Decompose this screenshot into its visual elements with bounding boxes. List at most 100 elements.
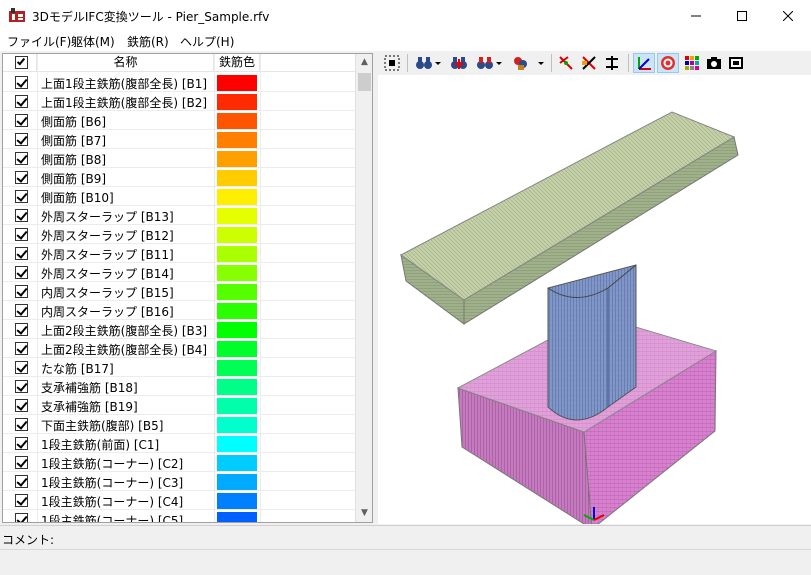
rebar-visible-checkbox[interactable] <box>15 342 28 355</box>
rebar-visible-checkbox[interactable] <box>15 76 28 89</box>
rebar-row[interactable]: 外周スターラップ [B13] <box>3 206 355 225</box>
rebar-visible-checkbox[interactable] <box>15 475 28 488</box>
rebar-color-swatch[interactable] <box>217 303 257 319</box>
rebar-row[interactable]: 側面筋 [B8] <box>3 149 355 168</box>
rebar-row[interactable]: 上面2段主鉄筋(腹部全長) [B4] <box>3 339 355 358</box>
scroll-up-icon[interactable]: ▲ <box>356 54 372 71</box>
rebar-row[interactable]: 側面筋 [B9] <box>3 168 355 187</box>
rebar-visible-checkbox[interactable] <box>15 418 28 431</box>
find-red-button[interactable] <box>474 53 504 73</box>
menu-rebar[interactable]: 鉄筋(R) <box>127 33 169 50</box>
rebar-visible-checkbox[interactable] <box>15 95 28 108</box>
menu-structure[interactable]: 躯体(M) <box>71 33 115 50</box>
rebar-visible-checkbox[interactable] <box>15 266 28 279</box>
rebar-visible-checkbox[interactable] <box>15 285 28 298</box>
rebar-row[interactable]: 下面主鉄筋(腹部) [B5] <box>3 415 355 434</box>
rebar-visible-checkbox[interactable] <box>15 323 28 336</box>
rebar-row[interactable]: 支承補強筋 [B19] <box>3 396 355 415</box>
rebar-row[interactable]: 外周スターラップ [B11] <box>3 244 355 263</box>
rebar-color-swatch[interactable] <box>217 170 257 186</box>
rebar-row[interactable]: たな筋 [B17] <box>3 358 355 377</box>
rebar-visible-checkbox[interactable] <box>15 380 28 393</box>
rebar-row[interactable]: 外周スターラップ [B12] <box>3 225 355 244</box>
rebar-color-swatch[interactable] <box>217 246 257 262</box>
menu-help[interactable]: ヘルプ(H) <box>180 33 234 50</box>
rebar-color-swatch[interactable] <box>217 417 257 433</box>
section-cut-button[interactable] <box>579 53 599 73</box>
target-button[interactable] <box>657 53 679 73</box>
rebar-row[interactable]: 1段主鉄筋(コーナー) [C5] <box>3 510 355 522</box>
rebar-color-swatch[interactable] <box>217 94 257 110</box>
rebar-color-swatch[interactable] <box>217 265 257 281</box>
screenshot-button[interactable] <box>726 53 746 73</box>
rebar-color-swatch[interactable] <box>217 360 257 376</box>
rebar-visible-checkbox[interactable] <box>15 456 28 469</box>
scroll-down-icon[interactable]: ▼ <box>356 505 372 522</box>
palette-grid-button[interactable] <box>682 53 702 73</box>
rebar-visible-checkbox[interactable] <box>15 171 28 184</box>
rebar-row[interactable]: 1段主鉄筋(コーナー) [C4] <box>3 491 355 510</box>
rebar-visible-checkbox[interactable] <box>15 228 28 241</box>
align-button[interactable] <box>602 53 622 73</box>
rebar-visible-checkbox[interactable] <box>15 513 28 522</box>
find-add-button[interactable] <box>449 53 469 73</box>
rebar-visible-checkbox[interactable] <box>15 209 28 222</box>
check-all-checkbox[interactable] <box>15 56 28 69</box>
header-name[interactable]: 名称 <box>38 54 214 72</box>
rebar-color-swatch[interactable] <box>217 75 257 91</box>
axis-toggle-button[interactable] <box>633 53 655 73</box>
rebar-color-swatch[interactable] <box>217 512 257 522</box>
rebar-color-swatch[interactable] <box>217 493 257 509</box>
list-scrollbar[interactable]: ▲ ▼ <box>355 54 372 522</box>
rebar-visible-checkbox[interactable] <box>15 304 28 317</box>
rebar-color-swatch[interactable] <box>217 113 257 129</box>
rebar-color-swatch[interactable] <box>217 151 257 167</box>
rebar-visible-checkbox[interactable] <box>15 190 28 203</box>
rebar-color-swatch[interactable] <box>217 322 257 338</box>
rebar-visible-checkbox[interactable] <box>15 361 28 374</box>
minimize-button[interactable] <box>673 0 719 31</box>
rebar-row[interactable]: 支承補強筋 [B18] <box>3 377 355 396</box>
rebar-visible-checkbox[interactable] <box>15 437 28 450</box>
rebar-row[interactable]: 内周スターラップ [B15] <box>3 282 355 301</box>
rebar-row[interactable]: 側面筋 [B10] <box>3 187 355 206</box>
color-filter-button[interactable] <box>510 53 546 73</box>
rebar-row[interactable]: 1段主鉄筋(前面) [C1] <box>3 434 355 453</box>
close-button[interactable] <box>765 0 811 31</box>
scroll-thumb[interactable] <box>358 73 371 91</box>
header-check-all[interactable] <box>3 54 37 72</box>
rebar-row[interactable]: 1段主鉄筋(コーナー) [C3] <box>3 472 355 491</box>
rebar-row[interactable]: 上面1段主鉄筋(腹部全長) [B1] <box>3 73 355 92</box>
rebar-color-swatch[interactable] <box>217 474 257 490</box>
rebar-color-swatch[interactable] <box>217 208 257 224</box>
find-button[interactable] <box>413 53 443 73</box>
rebar-color-swatch[interactable] <box>217 436 257 452</box>
rebar-visible-checkbox[interactable] <box>15 133 28 146</box>
camera-button[interactable] <box>704 53 724 73</box>
rebar-color-swatch[interactable] <box>217 341 257 357</box>
rebar-row[interactable]: 上面1段主鉄筋(腹部全長) [B2] <box>3 92 355 111</box>
rebar-color-swatch[interactable] <box>217 132 257 148</box>
rebar-row[interactable]: 外周スターラップ [B14] <box>3 263 355 282</box>
rebar-color-swatch[interactable] <box>217 189 257 205</box>
rebar-color-swatch[interactable] <box>217 379 257 395</box>
rebar-visible-checkbox[interactable] <box>15 114 28 127</box>
rebar-color-swatch[interactable] <box>217 455 257 471</box>
rebar-visible-checkbox[interactable] <box>15 494 28 507</box>
rebar-row[interactable]: 側面筋 [B6] <box>3 111 355 130</box>
rebar-row[interactable]: 側面筋 [B7] <box>3 130 355 149</box>
rebar-visible-checkbox[interactable] <box>15 152 28 165</box>
rebar-color-swatch[interactable] <box>217 227 257 243</box>
rebar-color-swatch[interactable] <box>217 398 257 414</box>
rebar-row[interactable]: 上面2段主鉄筋(腹部全長) [B3] <box>3 320 355 339</box>
fit-view-button[interactable] <box>382 53 402 73</box>
rebar-visible-checkbox[interactable] <box>15 247 28 260</box>
maximize-button[interactable] <box>719 0 765 31</box>
3d-viewport[interactable] <box>378 75 811 524</box>
rebar-row[interactable]: 1段主鉄筋(コーナー) [C2] <box>3 453 355 472</box>
red-axes-button[interactable] <box>556 53 576 73</box>
rebar-visible-checkbox[interactable] <box>15 399 28 412</box>
menu-file[interactable]: ファイル(F) <box>7 33 71 50</box>
rebar-row[interactable]: 内周スターラップ [B16] <box>3 301 355 320</box>
header-color[interactable]: 鉄筋色 <box>215 54 260 72</box>
